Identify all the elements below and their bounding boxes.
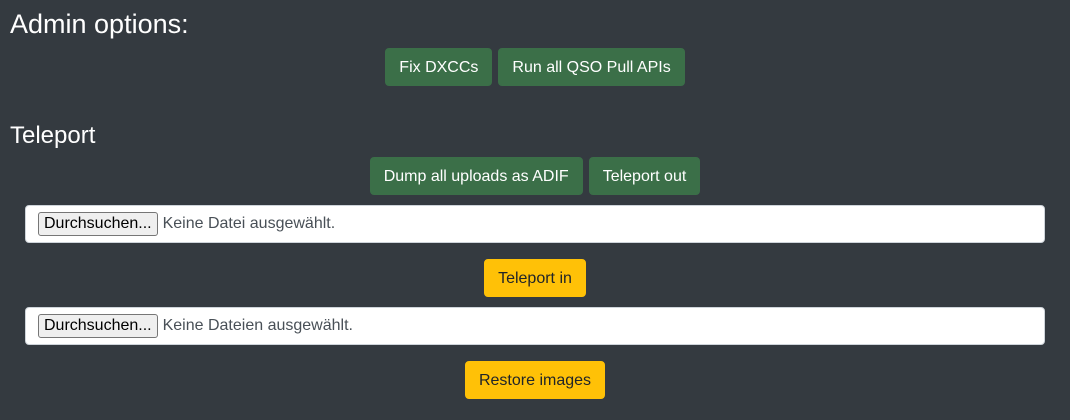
browse-button[interactable]: Durchsuchen... <box>38 212 158 236</box>
file-status-text: Keine Dateien ausgewählt. <box>162 317 353 334</box>
teleport-button-row: Dump all uploads as ADIF Teleport out <box>0 157 1070 195</box>
teleport-heading: Teleport <box>10 122 96 149</box>
admin-button-row: Fix DXCCs Run all QSO Pull APIs <box>0 48 1070 86</box>
browse-button[interactable]: Durchsuchen... <box>38 314 158 338</box>
fix-dxccs-button[interactable]: Fix DXCCs <box>385 48 493 86</box>
file-status-text: Keine Datei ausgewählt. <box>162 215 336 232</box>
teleport-in-row: Teleport in <box>0 259 1070 297</box>
teleport-in-button[interactable]: Teleport in <box>484 259 586 297</box>
restore-images-button[interactable]: Restore images <box>464 361 606 399</box>
run-qso-pull-apis-button[interactable]: Run all QSO Pull APIs <box>498 48 685 86</box>
dump-uploads-adif-button[interactable]: Dump all uploads as ADIF <box>369 157 583 195</box>
teleport-file-input[interactable]: Durchsuchen... Keine Datei ausgewählt. <box>25 205 1045 243</box>
admin-page: Admin options: Fix DXCCs Run all QSO Pul… <box>0 0 1070 420</box>
teleport-out-button[interactable]: Teleport out <box>588 157 701 195</box>
images-file-input[interactable]: Durchsuchen... Keine Dateien ausgewählt. <box>25 307 1045 345</box>
restore-images-row: Restore images <box>0 361 1070 399</box>
admin-options-heading: Admin options: <box>10 9 189 39</box>
